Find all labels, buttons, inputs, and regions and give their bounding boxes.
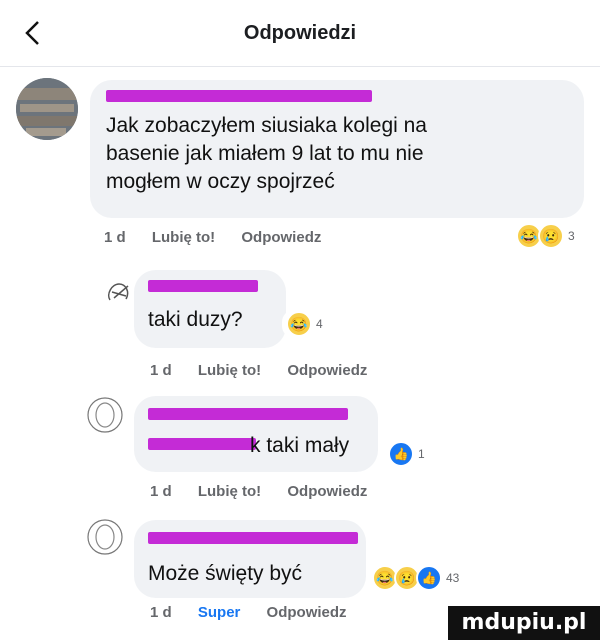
redacted-author-name bbox=[148, 280, 258, 292]
reaction-count: 1 bbox=[418, 447, 425, 461]
comment-time: 1 d bbox=[150, 362, 172, 379]
like-reaction-icon: 👍 bbox=[388, 441, 414, 467]
header: Odpowiedzi bbox=[0, 0, 600, 67]
comment-meta: 1 d Lubię to! Odpowiedz bbox=[150, 483, 389, 500]
comment-bubble: taki duzy? bbox=[134, 270, 286, 348]
redacted-author-name bbox=[106, 90, 372, 102]
comment-meta: 1 d Lubię to! Odpowiedz bbox=[104, 229, 343, 246]
watermark: mdupiu.pl bbox=[448, 606, 600, 640]
reply-link[interactable]: Odpowiedz bbox=[287, 483, 367, 500]
person-outline-icon bbox=[87, 397, 123, 433]
like-link[interactable]: Lubię to! bbox=[198, 362, 261, 379]
reply-link[interactable]: Odpowiedz bbox=[241, 229, 321, 246]
comment-bubble: Jak zobaczyłem siusiaka kolegi na baseni… bbox=[90, 80, 584, 218]
sad-reaction-icon: 😢 bbox=[538, 223, 564, 249]
comment-bubble: k taki mały bbox=[134, 396, 378, 472]
comment-bubble: Może święty być bbox=[134, 520, 366, 598]
comment-time: 1 d bbox=[150, 483, 172, 500]
avatar[interactable] bbox=[86, 396, 124, 434]
comment-text: Może święty być bbox=[148, 562, 303, 585]
reaction-count: 3 bbox=[568, 229, 575, 243]
reaction-summary[interactable]: 😂 😢 3 bbox=[512, 222, 579, 250]
avatar[interactable] bbox=[16, 78, 78, 140]
redacted-author-name bbox=[148, 438, 256, 450]
comment-meta: 1 d Super Odpowiedz bbox=[150, 604, 369, 621]
comment-time: 1 d bbox=[104, 229, 126, 246]
avatar[interactable] bbox=[100, 272, 138, 310]
reply-link[interactable]: Odpowiedz bbox=[267, 604, 347, 621]
comment-text: taki duzy? bbox=[148, 308, 243, 331]
like-link[interactable]: Lubię to! bbox=[198, 483, 261, 500]
reaction-count: 4 bbox=[316, 317, 323, 331]
redacted-author-name bbox=[148, 408, 348, 420]
divider bbox=[0, 66, 600, 67]
person-outline-icon bbox=[107, 283, 129, 301]
comment-meta: 1 d Lubię to! Odpowiedz bbox=[150, 362, 389, 379]
reaction-summary[interactable]: 👍 1 bbox=[384, 440, 429, 468]
person-outline-icon bbox=[87, 519, 123, 555]
reaction-summary[interactable]: 😂 😢 👍 43 bbox=[368, 564, 464, 592]
comment-time: 1 d bbox=[150, 604, 172, 621]
reply-link[interactable]: Odpowiedz bbox=[287, 362, 367, 379]
like-link[interactable]: Lubię to! bbox=[152, 229, 215, 246]
haha-reaction-icon: 😂 bbox=[286, 311, 312, 337]
reaction-summary[interactable]: 😂 4 bbox=[282, 310, 327, 338]
like-link[interactable]: Super bbox=[198, 604, 241, 621]
page-title: Odpowiedzi bbox=[243, 22, 357, 44]
redacted-author-name bbox=[148, 532, 358, 544]
comment-text: k taki mały bbox=[250, 434, 350, 457]
reaction-count: 43 bbox=[446, 571, 460, 585]
like-reaction-icon: 👍 bbox=[416, 565, 442, 591]
comment-text: Jak zobaczyłem siusiaka kolegi na baseni… bbox=[106, 114, 427, 193]
avatar[interactable] bbox=[86, 518, 124, 556]
